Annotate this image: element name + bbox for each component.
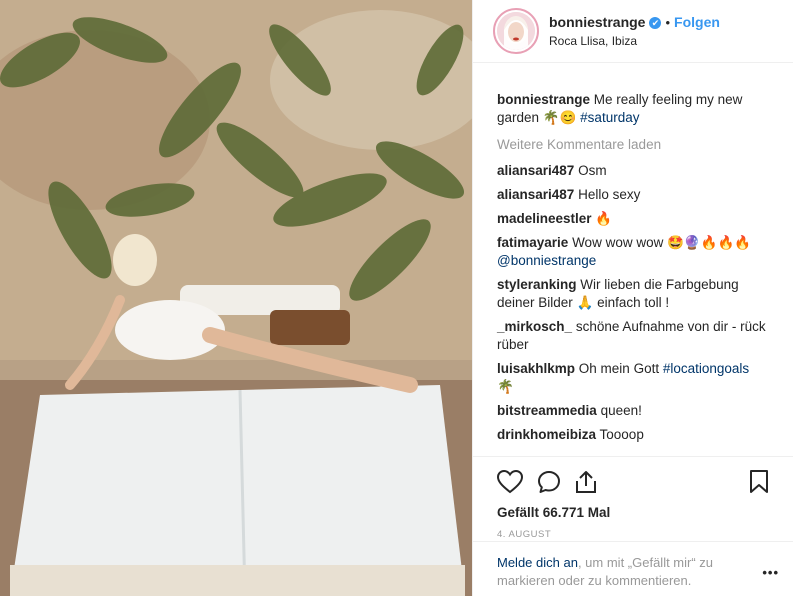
- caption-hashtag[interactable]: #saturday: [580, 110, 639, 125]
- post-header: bonniestrange ✔ • Folgen Roca Llisa, Ibiza: [473, 0, 793, 63]
- login-link[interactable]: Melde dich an: [497, 555, 578, 570]
- verified-badge-icon: ✔: [649, 16, 662, 29]
- post-date[interactable]: 4. AUGUST: [497, 529, 769, 540]
- comment-text: Hello sexy: [578, 187, 641, 202]
- likes-count[interactable]: Gefällt 66.771 Mal: [497, 505, 769, 520]
- caption-username[interactable]: bonniestrange: [497, 92, 590, 107]
- comment: fatimayarie Wow wow wow 🤩🔮🔥🔥🔥 @bonniestr…: [497, 234, 769, 270]
- comment-text: 🔥: [595, 211, 613, 226]
- instagram-post: bonniestrange ✔ • Folgen Roca Llisa, Ibiza …: [0, 0, 793, 596]
- comment-text: queen!: [600, 403, 642, 418]
- bookmark-icon[interactable]: [749, 470, 769, 494]
- avatar-image: [497, 12, 535, 50]
- comment-username[interactable]: fatimayarie: [497, 235, 568, 250]
- comment-username[interactable]: drinkhomeibiza: [497, 427, 596, 442]
- header-username[interactable]: bonniestrange: [549, 14, 645, 30]
- avatar-portrait-icon: [497, 12, 535, 50]
- comment-icon[interactable]: [537, 470, 561, 494]
- post-side-panel: bonniestrange ✔ • Folgen Roca Llisa, Ibiza …: [472, 0, 793, 596]
- header-text: bonniestrange ✔ • Folgen Roca Llisa, Ibiza: [549, 13, 720, 50]
- follow-button[interactable]: Folgen: [674, 14, 720, 30]
- comment: styleranking Wir lieben die Farbgebung d…: [497, 276, 769, 312]
- comment-text: Osm: [578, 163, 607, 178]
- action-icons: [497, 467, 769, 497]
- comment-mention[interactable]: @bonniestrange: [497, 253, 596, 268]
- comment-hashtag[interactable]: #locationgoals: [663, 361, 749, 376]
- post-photo[interactable]: [0, 0, 472, 596]
- comment: bitstreammedia queen!: [497, 402, 769, 420]
- share-icon[interactable]: [575, 470, 597, 494]
- avatar[interactable]: [493, 8, 539, 54]
- load-more-comments-button[interactable]: Weitere Kommentare laden: [497, 137, 769, 152]
- caption: bonniestrange Me really feeling my new g…: [497, 91, 769, 127]
- comment-username[interactable]: aliansari487: [497, 187, 574, 202]
- comment: aliansari487 Hello sexy: [497, 186, 769, 204]
- comment: aliansari487 Osm: [497, 162, 769, 180]
- comment: drinkhomeibiza Toooop: [497, 426, 769, 444]
- more-options-icon[interactable]: •••: [762, 564, 779, 582]
- heart-icon[interactable]: [497, 470, 523, 494]
- comments-list: bonniestrange Me really feeling my new g…: [473, 63, 793, 456]
- comment: luisakhlkmp Oh mein Gott #locationgoals …: [497, 360, 769, 396]
- comment-text: Oh mein Gott: [578, 361, 660, 376]
- comment-username[interactable]: luisakhlkmp: [497, 361, 575, 376]
- comment-extra: 🌴: [497, 379, 514, 394]
- comment: _mirkosch_ schöne Aufnahme von dir - rüc…: [497, 318, 769, 354]
- comment-text: Toooop: [599, 427, 644, 442]
- comment-username[interactable]: aliansari487: [497, 163, 574, 178]
- login-prompt: Melde dich an, um mit „Gefällt mir“ zu m…: [473, 541, 793, 596]
- comment: madelineestler 🔥: [497, 210, 769, 228]
- garden-photo-illustration: [0, 0, 472, 596]
- comment-username[interactable]: styleranking: [497, 277, 577, 292]
- location-link[interactable]: Roca Llisa, Ibiza: [549, 32, 720, 50]
- header-separator: •: [665, 14, 671, 30]
- comment-text: Wow wow wow 🤩🔮🔥🔥🔥: [572, 235, 752, 250]
- comment-username[interactable]: bitstreammedia: [497, 403, 597, 418]
- comment-username[interactable]: _mirkosch_: [497, 319, 572, 334]
- comment-username[interactable]: madelineestler: [497, 211, 592, 226]
